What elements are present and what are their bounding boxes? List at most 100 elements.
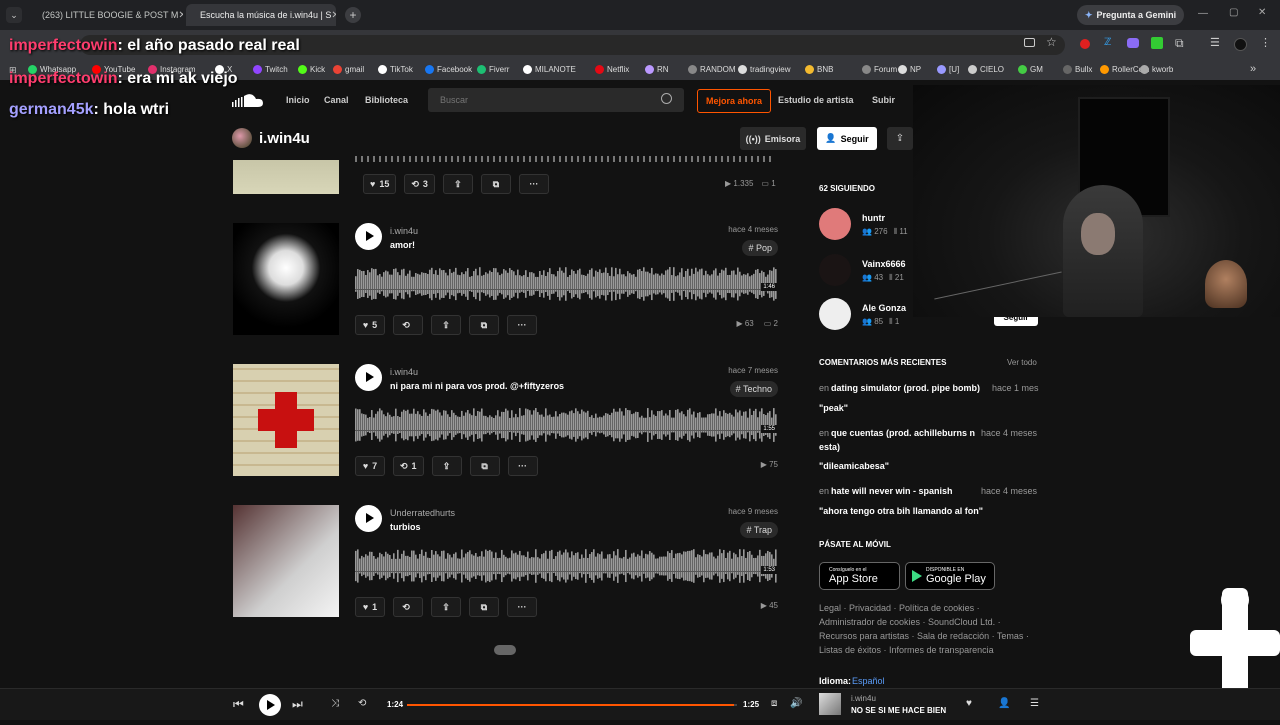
- repost-button[interactable]: ⟲: [393, 597, 423, 617]
- bookmark-gmail[interactable]: gmail: [333, 65, 364, 74]
- search-input[interactable]: [428, 88, 684, 112]
- track-cover[interactable]: [233, 223, 339, 335]
- copy-link-button[interactable]: ⧉: [469, 315, 499, 335]
- queue-icon[interactable]: ☰: [1030, 698, 1039, 709]
- bookmark--u-[interactable]: [U]: [937, 65, 959, 74]
- genre-tag[interactable]: # Techno: [729, 381, 778, 397]
- share-button[interactable]: ⇪: [887, 127, 913, 150]
- like-button[interactable]: ♥ 1: [355, 597, 385, 617]
- share-button[interactable]: ⇪: [431, 597, 461, 617]
- bookmark-bullx[interactable]: Bullx: [1063, 65, 1092, 74]
- bookmark-fiverr[interactable]: Fiverr: [477, 65, 509, 74]
- footer-links[interactable]: Legal · Privacidad · Política de cookies…: [819, 603, 980, 613]
- next-icon[interactable]: ⏭: [292, 697, 303, 712]
- genre-tag[interactable]: # Trap: [740, 522, 778, 538]
- footer-links[interactable]: Listas de éxitos · Informes de transpare…: [819, 645, 994, 655]
- nav-artist-studio[interactable]: Estudio de artista: [778, 95, 854, 105]
- track-cover[interactable]: [233, 505, 339, 617]
- repost-button[interactable]: ⟲ 3: [404, 174, 435, 194]
- bookmark-gm[interactable]: GM: [1018, 65, 1043, 74]
- avatar[interactable]: [819, 254, 851, 286]
- share-button[interactable]: ⇪: [431, 315, 461, 335]
- close-icon[interactable]: ✕: [178, 10, 183, 21]
- comment-track-link[interactable]: que cuentas (prod. achilleburns n: [831, 428, 975, 438]
- waveform[interactable]: [355, 545, 777, 587]
- cast-icon[interactable]: [1024, 38, 1035, 47]
- soundcloud-logo-icon[interactable]: [232, 93, 264, 109]
- waveform[interactable]: [355, 263, 777, 305]
- footer-links[interactable]: Recursos para artistas · Sala de redacci…: [819, 631, 1029, 641]
- following-name[interactable]: Ale Gonza: [862, 303, 906, 313]
- track-artist[interactable]: i.win4u: [390, 367, 418, 377]
- tab-search-icon[interactable]: ⌄: [6, 7, 22, 23]
- more-button[interactable]: ···: [518, 174, 549, 194]
- track-title[interactable]: amor!: [390, 240, 415, 250]
- play-pause-button[interactable]: [259, 694, 281, 716]
- more-button[interactable]: ···: [507, 597, 537, 617]
- play-button[interactable]: [355, 364, 382, 391]
- new-tab-icon[interactable]: +: [345, 7, 361, 23]
- nav-feed[interactable]: Canal: [324, 95, 349, 105]
- waveform[interactable]: [355, 404, 777, 446]
- nav-home[interactable]: Inicio: [286, 95, 310, 105]
- minimize-icon[interactable]: —: [1198, 8, 1208, 19]
- station-button[interactable]: ((•)) Emisora: [740, 127, 806, 150]
- more-button[interactable]: ···: [507, 315, 537, 335]
- search-icon[interactable]: [661, 93, 672, 104]
- track-cover[interactable]: [233, 364, 339, 476]
- avatar[interactable]: [819, 298, 851, 330]
- genre-tag[interactable]: # Pop: [742, 240, 778, 256]
- shuffle-icon[interactable]: ⤨: [331, 698, 339, 709]
- like-button[interactable]: ♥ 5: [355, 315, 385, 335]
- track-artist[interactable]: i.win4u: [390, 226, 418, 236]
- nav-library[interactable]: Biblioteca: [365, 95, 408, 105]
- share-button[interactable]: ⇪: [442, 174, 473, 194]
- repeat-icon[interactable]: ⟲: [358, 698, 366, 709]
- comment-track-link[interactable]: hate will never win - spanish: [831, 486, 953, 496]
- cast-icon[interactable]: ⧈: [771, 698, 777, 709]
- reading-list-icon[interactable]: ☰: [1210, 36, 1220, 49]
- bookmark-bnb[interactable]: BNB: [805, 65, 833, 74]
- google-play-badge[interactable]: DISPONIBLE EN Google Play: [905, 562, 995, 590]
- track-title[interactable]: turbios: [390, 522, 421, 532]
- comment-track-link[interactable]: dating simulator (prod. pipe bomb): [831, 383, 980, 393]
- bookmark-rn[interactable]: RN: [645, 65, 669, 74]
- repost-button[interactable]: ⟲ 1: [393, 456, 424, 476]
- copy-link-button[interactable]: ⧉: [469, 597, 499, 617]
- bookmark-kworb[interactable]: kworb: [1140, 65, 1173, 74]
- see-all-link[interactable]: Ver todo: [1007, 358, 1037, 367]
- bookmark-star-icon[interactable]: ☆: [1046, 35, 1057, 49]
- repost-button[interactable]: ⟲: [393, 315, 423, 335]
- following-name[interactable]: huntr: [862, 213, 885, 223]
- avatar[interactable]: [232, 128, 252, 148]
- bookmark-tiktok[interactable]: TikTok: [378, 65, 413, 74]
- now-playing-artwork[interactable]: [819, 693, 841, 715]
- bookmark-milanote[interactable]: MILANOTE: [523, 65, 576, 74]
- comment-track-link[interactable]: esta): [819, 442, 840, 452]
- chevron-right-icon[interactable]: »: [1250, 63, 1256, 75]
- bookmark-kick[interactable]: Kick: [298, 65, 325, 74]
- like-button[interactable]: ♥ 7: [355, 456, 385, 476]
- bookmark-np[interactable]: NP: [898, 65, 921, 74]
- following-name[interactable]: Vainx6666: [862, 259, 906, 269]
- bookmark-cielo[interactable]: CIELO: [968, 65, 1004, 74]
- like-button[interactable]: ♥ 15: [363, 174, 397, 194]
- now-playing-title[interactable]: NO SE SI ME HACE BIEN: [851, 706, 946, 715]
- menu-icon[interactable]: ⋮: [1260, 36, 1271, 49]
- bookmark-facebook[interactable]: Facebook: [425, 65, 472, 74]
- extension-icon[interactable]: [1151, 37, 1163, 49]
- bookmark-random[interactable]: RANDOM: [688, 65, 736, 74]
- footer-links[interactable]: Administrador de cookies · SoundCloud Lt…: [819, 617, 1001, 627]
- volume-icon[interactable]: 🔊: [790, 698, 802, 709]
- more-button[interactable]: ···: [507, 456, 538, 476]
- previous-icon[interactable]: ⏮: [233, 697, 244, 712]
- close-window-icon[interactable]: ✕: [1258, 7, 1266, 18]
- tab-soundcloud[interactable]: Escucha la música de i.win4u | S ✕: [186, 4, 336, 26]
- share-button[interactable]: ⇪: [431, 456, 462, 476]
- profile-avatar[interactable]: [1234, 38, 1247, 51]
- puzzle-icon[interactable]: ⧉: [1175, 36, 1184, 51]
- copy-link-button[interactable]: ⧉: [480, 174, 511, 194]
- bookmark-tradingview[interactable]: tradingview: [738, 65, 790, 74]
- close-icon[interactable]: ✕: [331, 10, 336, 21]
- track-title[interactable]: ni para mi ni para vos prod. @+fiftyzero…: [390, 381, 564, 391]
